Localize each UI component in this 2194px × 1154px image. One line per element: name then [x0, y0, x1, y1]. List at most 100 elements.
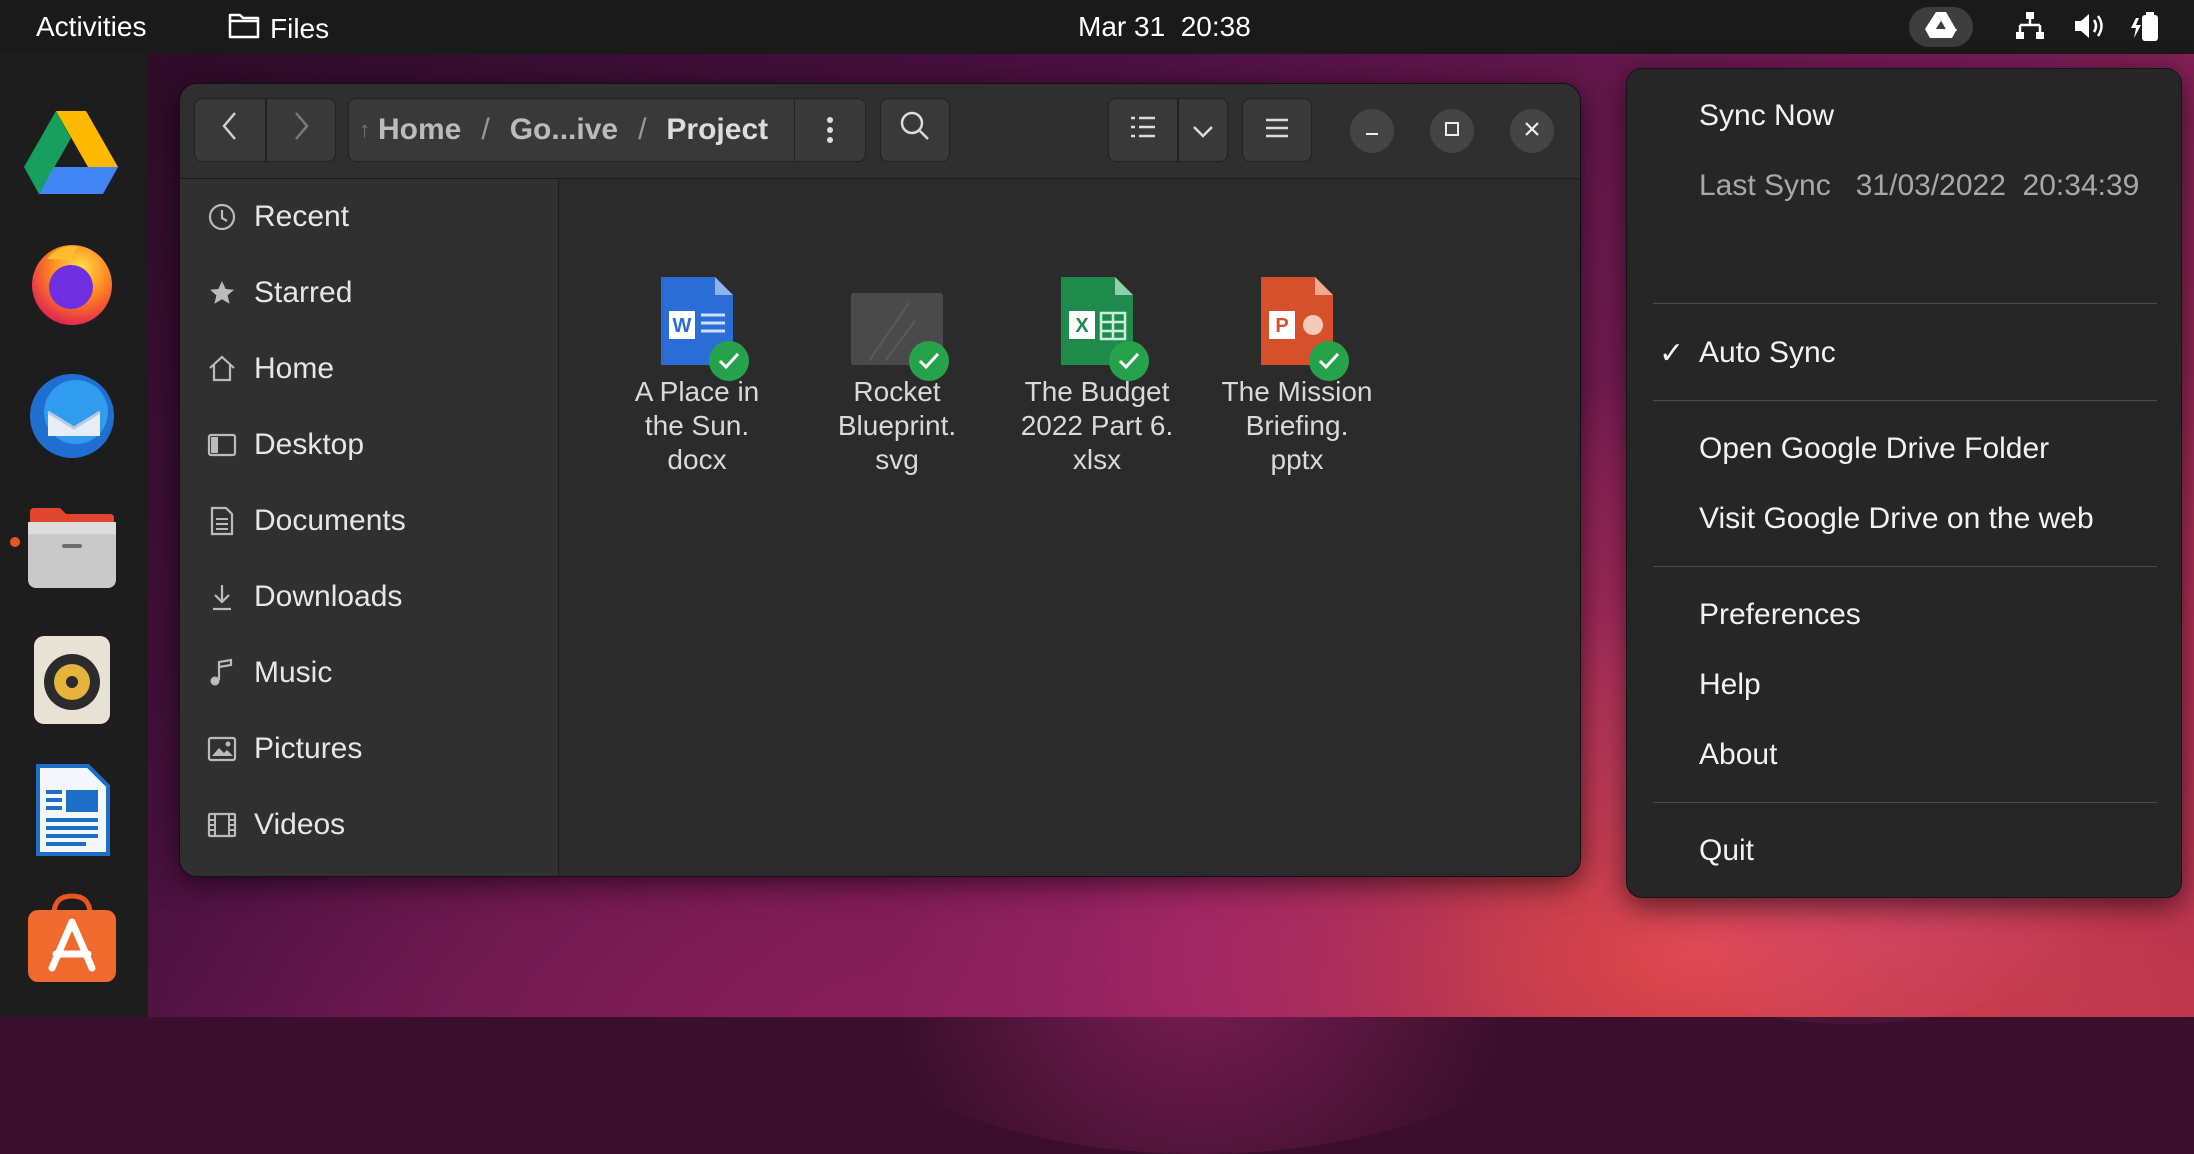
- main-menu-button[interactable]: [1242, 98, 1312, 162]
- file-name-line: Blueprint.: [837, 410, 957, 441]
- file-view: W A Place in the Sun. docx Rocket Bluepr…: [559, 179, 1580, 876]
- rhythmbox-icon[interactable]: [24, 632, 120, 728]
- checkmark-icon: ✓: [1659, 336, 1685, 370]
- breadcrumb-separator: /: [481, 113, 490, 146]
- auto-sync-item[interactable]: ✓ Auto Sync: [1627, 328, 2181, 378]
- search-button[interactable]: [880, 98, 950, 162]
- last-sync-label: Last Sync 31/03/2022 20:34:39: [1699, 169, 2140, 202]
- sidebar-item-recent[interactable]: Recent: [206, 189, 546, 245]
- battery-icon[interactable]: [2128, 10, 2164, 49]
- menu-separator: [1653, 802, 2157, 803]
- sidebar-item-label: Starred: [254, 276, 353, 309]
- clock-icon: [206, 201, 238, 233]
- sync-now-item[interactable]: Sync Now: [1699, 91, 1834, 141]
- synced-check-icon: [909, 341, 949, 381]
- sidebar-item-home[interactable]: Home: [206, 341, 546, 397]
- document-icon: [206, 505, 238, 537]
- back-button[interactable]: [194, 98, 266, 162]
- file-name-line: the Sun.: [644, 410, 750, 441]
- minimize-button[interactable]: [1350, 109, 1394, 153]
- visit-web-item[interactable]: Visit Google Drive on the web: [1699, 494, 2094, 544]
- svg-text:W: W: [673, 315, 692, 337]
- files-icon[interactable]: [24, 500, 120, 596]
- sidebar-item-label: Videos: [254, 808, 346, 841]
- thunderbird-icon[interactable]: [24, 368, 120, 464]
- view-options-button[interactable]: [1178, 98, 1228, 162]
- sidebar-item-pictures[interactable]: Pictures: [206, 721, 546, 777]
- firefox-icon[interactable]: [24, 234, 120, 330]
- file-item-xlsx[interactable]: X The Budget 2022 Part 6. xlsx: [999, 275, 1195, 477]
- about-item[interactable]: About: [1699, 730, 1777, 780]
- google-drive-tray-icon: [1924, 10, 1958, 45]
- help-item[interactable]: Help: [1699, 660, 1761, 710]
- clock-date: Mar 31: [1078, 11, 1166, 42]
- menu-separator: [1653, 400, 2157, 401]
- download-icon: [206, 581, 238, 613]
- path-bar: ↑ Home / Go...ive / Project: [348, 98, 866, 162]
- file-name-line: Briefing.: [1245, 410, 1349, 441]
- powerpoint-presentation-icon: P: [1249, 275, 1349, 381]
- maximize-button[interactable]: [1430, 109, 1474, 153]
- activities-button[interactable]: Activities: [36, 11, 146, 43]
- top-bar: Activities Files Mar 31 20:38: [0, 0, 2194, 54]
- quit-item[interactable]: Quit: [1699, 826, 1754, 876]
- sidebar-item-label: Recent: [254, 200, 350, 233]
- clock[interactable]: Mar 31 20:38: [1078, 11, 1251, 43]
- synced-check-icon: [709, 341, 749, 381]
- volume-icon[interactable]: [2072, 10, 2106, 49]
- google-drive-icon[interactable]: [24, 104, 120, 200]
- word-document-icon: W: [649, 275, 749, 381]
- file-name-line: A Place in: [634, 376, 760, 407]
- sidebar-item-videos[interactable]: Videos: [206, 797, 546, 853]
- app-menu[interactable]: Files: [228, 11, 329, 46]
- path-menu-button[interactable]: [794, 99, 865, 161]
- list-view-button[interactable]: [1108, 98, 1178, 162]
- music-icon: [206, 657, 238, 689]
- network-icon[interactable]: [2014, 10, 2046, 49]
- sidebar-item-label: Downloads: [254, 580, 403, 613]
- app-name: Files: [270, 12, 330, 44]
- forward-button[interactable]: [266, 98, 336, 162]
- breadcrumb-separator: /: [638, 113, 647, 146]
- file-item-svg[interactable]: Rocket Blueprint. svg: [799, 275, 995, 477]
- sidebar-item-desktop[interactable]: Desktop: [206, 417, 546, 473]
- file-name-line: The Budget: [1024, 376, 1170, 407]
- sidebar-item-downloads[interactable]: Downloads: [206, 569, 546, 625]
- path-overflow-icon: ↑: [359, 117, 370, 142]
- pictures-icon: [206, 733, 238, 765]
- chevron-right-icon: [291, 110, 311, 150]
- software-center-icon[interactable]: [24, 890, 120, 986]
- libreoffice-writer-icon[interactable]: [24, 762, 120, 858]
- running-indicator: [10, 537, 20, 547]
- breadcrumb-home[interactable]: Home: [378, 113, 461, 147]
- preferences-item[interactable]: Preferences: [1699, 590, 1861, 640]
- breadcrumb-google-drive[interactable]: Go...ive: [510, 113, 618, 147]
- sidebar-item-label: Documents: [254, 504, 406, 537]
- menu-separator: [1653, 303, 2157, 304]
- file-item-pptx[interactable]: P The Mission Briefing. pptx: [1199, 275, 1395, 477]
- synced-check-icon: [1109, 341, 1149, 381]
- sidebar-item-documents[interactable]: Documents: [206, 493, 546, 549]
- sidebar-item-starred[interactable]: Starred: [206, 265, 546, 321]
- svg-text:P: P: [1275, 315, 1288, 337]
- sidebar-item-music[interactable]: Music: [206, 645, 546, 701]
- sidebar-item-label: Home: [254, 352, 335, 385]
- sidebar-item-label: Music: [254, 656, 333, 689]
- file-name-line: Rocket: [853, 376, 941, 407]
- breadcrumb-project[interactable]: Project: [666, 113, 768, 147]
- file-item-docx[interactable]: W A Place in the Sun. docx: [599, 275, 795, 477]
- synced-check-icon: [1309, 341, 1349, 381]
- google-drive-menu: Sync Now Last Sync 31/03/2022 20:34:39 ✓…: [1626, 68, 2182, 898]
- minimize-icon: [1363, 120, 1381, 143]
- chevron-down-icon: [1192, 113, 1214, 147]
- google-drive-indicator[interactable]: [1909, 7, 1973, 47]
- header-bar: ↑ Home / Go...ive / Project: [180, 84, 1580, 179]
- more-vertical-icon: [827, 117, 833, 143]
- search-icon: [899, 110, 931, 150]
- file-name-line: xlsx: [1072, 444, 1122, 475]
- close-button[interactable]: [1510, 109, 1554, 153]
- open-folder-item[interactable]: Open Google Drive Folder: [1699, 424, 2049, 474]
- file-name-line: docx: [667, 444, 727, 475]
- menu-separator: [1653, 566, 2157, 567]
- video-icon: [206, 809, 238, 841]
